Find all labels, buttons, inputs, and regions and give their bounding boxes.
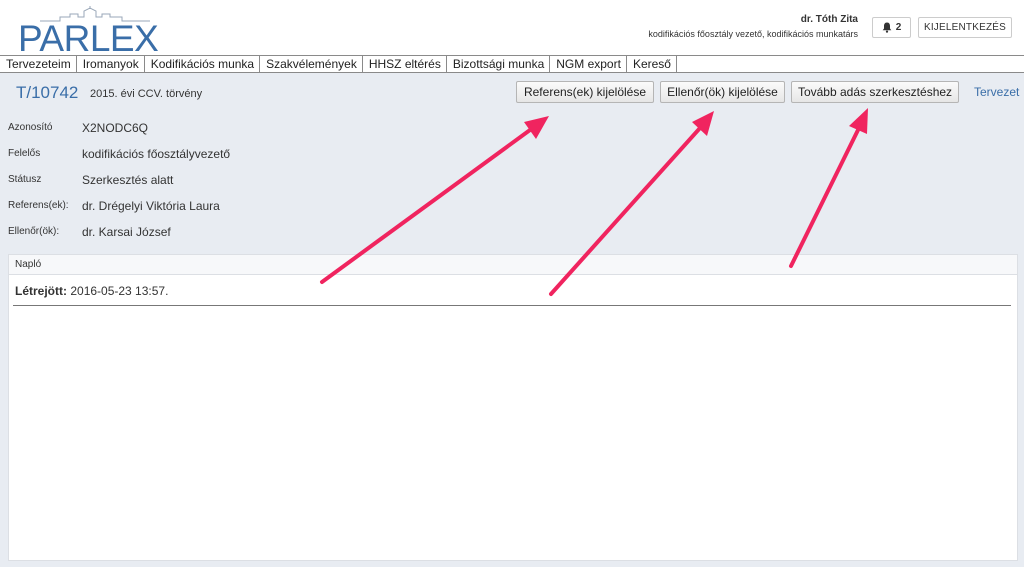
field-value: kodifikációs főosztályvezető: [82, 147, 231, 161]
assign-referens-button[interactable]: Referens(ek) kijelölése: [516, 81, 654, 103]
app-header: PARLEX dr. Tóth Zita kodifikációs főoszt…: [0, 0, 1024, 59]
nav-item-szakvelemenyek[interactable]: Szakvélemények: [260, 56, 363, 72]
nav-item-kodifikacios-munka[interactable]: Kodifikációs munka: [145, 56, 261, 72]
log-entry: Létrejött: 2016-05-23 13:57.: [9, 275, 1017, 298]
log-entry-label: Létrejött:: [15, 284, 67, 298]
user-name: dr. Tóth Zita: [800, 14, 858, 25]
nav-item-kereso[interactable]: Kereső: [627, 56, 677, 72]
document-title: 2015. évi CCV. törvény: [90, 88, 203, 100]
field-label: Felelős: [8, 148, 41, 159]
field-value: X2NODC6Q: [82, 121, 149, 135]
nav-item-iromanyok[interactable]: Iromanyok: [77, 56, 145, 72]
logo-text: PARLEX: [18, 18, 159, 59]
divider: [13, 305, 1011, 306]
notification-count: 2: [895, 22, 902, 33]
nav-item-ngm-export[interactable]: NGM export: [550, 56, 627, 72]
field-value: Szerkesztés alatt: [82, 173, 174, 187]
notifications-button[interactable]: 2: [872, 17, 911, 38]
nav-item-bizottsagi-munka[interactable]: Bizottsági munka: [447, 56, 551, 72]
field-value: dr. Karsai József: [82, 225, 171, 239]
assign-ellenor-button[interactable]: Ellenőr(ök) kijelölése: [660, 81, 785, 103]
field-label: Státusz: [8, 174, 42, 185]
document-id: T/10742: [16, 83, 79, 102]
log-entry-value: 2016-05-23 13:57.: [70, 284, 169, 298]
user-role: kodifikációs főosztály vezető, kodifikác…: [648, 29, 858, 39]
document-detail: T/10742 2015. évi CCV. törvény Referens(…: [0, 73, 1024, 567]
log-panel: Napló Létrejött: 2016-05-23 13:57.: [8, 254, 1018, 561]
tervezet-link[interactable]: Tervezet: [974, 85, 1019, 99]
field-label: Azonosító: [8, 122, 53, 133]
field-label: Ellenőr(ök):: [8, 226, 60, 237]
main-nav: Tervezeteim Iromanyok Kodifikációs munka…: [0, 55, 1024, 73]
field-label: Referens(ek):: [8, 200, 69, 211]
user-info: dr. Tóth Zita kodifikációs főosztály vez…: [648, 13, 858, 41]
nav-item-tervezeteim[interactable]: Tervezeteim: [0, 56, 77, 72]
logout-button[interactable]: KIJELENTKEZÉS: [918, 17, 1012, 38]
log-title: Napló: [9, 255, 1017, 275]
bell-icon: [882, 22, 892, 33]
forward-edit-button[interactable]: Tovább adás szerkesztéshez: [791, 81, 959, 103]
field-value: dr. Drégelyi Viktória Laura: [82, 199, 220, 213]
parlex-logo[interactable]: PARLEX: [18, 6, 163, 59]
nav-item-hhsz-elteres[interactable]: HHSZ eltérés: [363, 56, 447, 72]
